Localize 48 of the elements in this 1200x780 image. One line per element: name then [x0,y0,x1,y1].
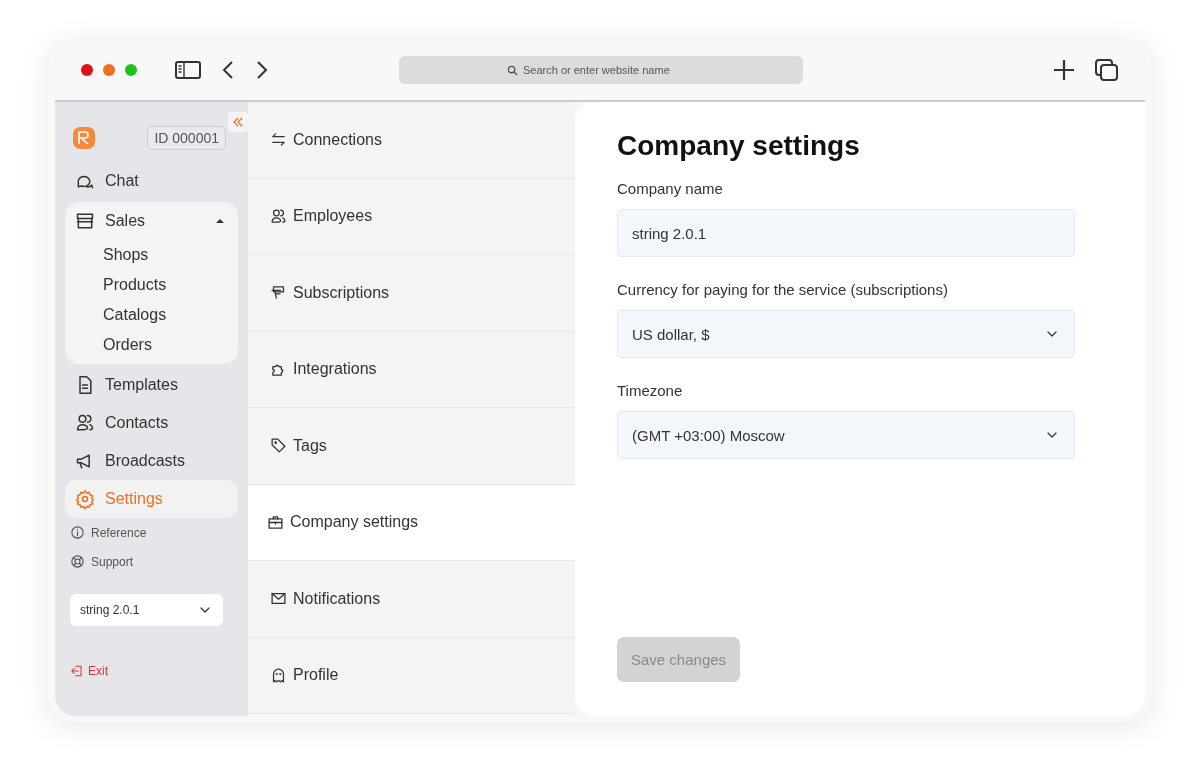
account-id-badge: ID 000001 [147,126,226,150]
sidebar-item[interactable]: Sales [65,202,238,240]
tag-icon [270,437,287,455]
sidebar-item[interactable]: Broadcasts [65,442,238,480]
store-icon [75,211,95,231]
ghost-icon [270,666,287,684]
sidebar-subitem[interactable]: Orders [65,330,152,360]
field-label: Timezone [617,382,683,399]
address-bar[interactable]: Search or enter website name [399,56,803,84]
back-icon[interactable] [221,60,235,80]
sidebar-toggle-icon[interactable] [175,61,201,79]
caret-icon [216,219,224,223]
people-icon [75,413,95,433]
collapse-sidebar-button[interactable] [228,112,248,132]
input-field[interactable]: string 2.0.1 [617,209,1075,257]
exit-icon [70,664,84,678]
version-select[interactable]: string 2.0.1 [70,594,223,626]
sidebar-link[interactable]: Support [65,547,238,576]
swap-arrows-icon [270,131,287,149]
briefcase-icon [267,513,284,531]
sidebar-item[interactable]: Contacts [65,404,238,442]
field-label: Currency for paying for the service (subscriptions) [617,281,948,298]
sidebar-subitem[interactable]: Products [65,270,167,300]
sidebar-item[interactable]: Templates [65,366,238,404]
double-chevron-left-icon [233,117,243,127]
sidebar-item[interactable]: Chat [65,162,238,200]
minimize-window-dot[interactable] [103,64,115,76]
select-field[interactable]: (GMT +03:00) Moscow [617,411,1075,459]
app-logo-icon [73,127,95,149]
info-icon [70,525,85,540]
exit-link[interactable]: Exit [70,664,238,678]
new-tab-icon[interactable] [1053,59,1075,81]
tabs-overview-icon[interactable] [1095,59,1119,81]
sidebar-subitem[interactable]: Catalogs [65,300,167,330]
select-field[interactable]: US dollar, $ [617,310,1075,358]
search-icon [507,64,518,76]
settings-menu-item[interactable]: Company settings [248,484,575,561]
sidebar-link[interactable]: Reference [65,518,238,547]
lifebuoy-icon [70,554,85,569]
card-icon [270,284,287,302]
forward-icon[interactable] [255,60,269,80]
field-label: Company name [617,180,723,197]
sidebar-subitem[interactable]: Shops [65,240,149,270]
people-icon [270,207,287,225]
page-title: Company settings [617,130,860,162]
maximize-window-dot[interactable] [125,64,137,76]
close-window-dot[interactable] [81,64,93,76]
settings-icon [75,489,95,509]
